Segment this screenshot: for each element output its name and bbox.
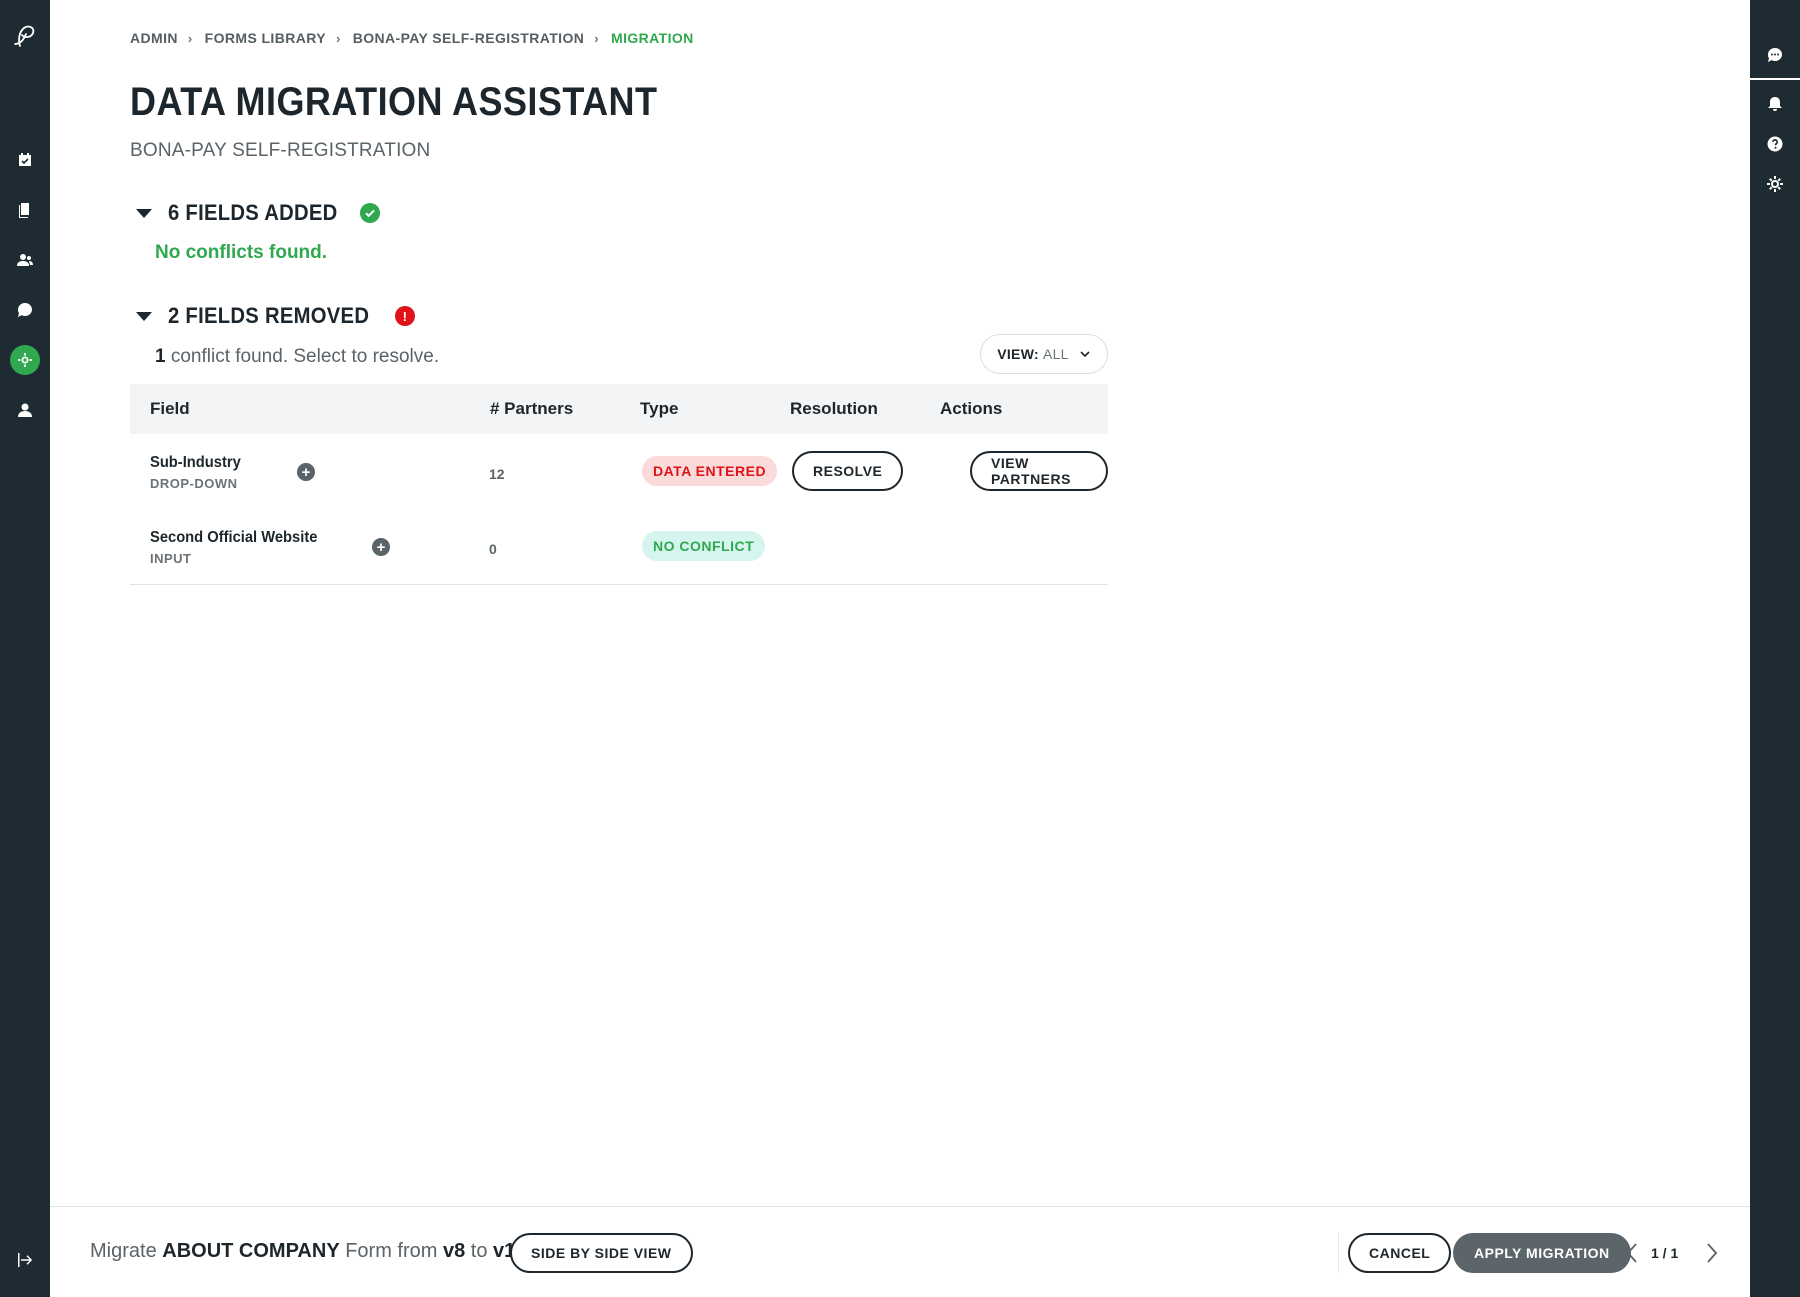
resolution-cell: RESOLVE: [792, 451, 904, 491]
view-partners-button[interactable]: VIEW PARTNERS: [970, 451, 1108, 491]
status-badge: DATA ENTERED: [642, 456, 778, 486]
summary-to: to: [465, 1240, 494, 1262]
chat-icon[interactable]: [1763, 43, 1787, 67]
table-divider: [130, 584, 1108, 585]
page-subtitle: BONA-PAY SELF-REGISTRATION: [130, 140, 431, 161]
user-icon[interactable]: [13, 398, 37, 422]
view-filter-select[interactable]: VIEW: ALL: [980, 334, 1108, 374]
resolve-button[interactable]: RESOLVE: [792, 451, 904, 491]
chevron-right-icon: ›: [187, 30, 193, 46]
plus-circle-icon[interactable]: +: [297, 463, 315, 481]
pager-text: 1 / 1: [1651, 1245, 1679, 1261]
breadcrumb-admin[interactable]: ADMIN: [130, 30, 178, 46]
field-name: Sub-Industry: [150, 454, 241, 471]
conflict-text: conflict found. Select to resolve.: [165, 346, 440, 367]
column-header-field: Field: [150, 399, 190, 418]
breadcrumb-form[interactable]: BONA-PAY SELF-REGISTRATION: [353, 30, 585, 46]
chat-icon[interactable]: [13, 298, 37, 322]
left-navigation-rail: [0, 0, 50, 1297]
breadcrumb-current: MIGRATION: [611, 30, 694, 46]
field-cell: Sub-Industry DROP-DOWN: [150, 454, 249, 491]
type-cell: DATA ENTERED: [642, 456, 778, 486]
no-conflicts-message: No conflicts found.: [155, 242, 328, 263]
main-content: ADMIN › FORMS LIBRARY › BONA-PAY SELF-RE…: [50, 0, 1750, 1206]
footer-divider: [1338, 1233, 1339, 1273]
chevron-right-icon: ›: [335, 30, 341, 46]
right-utility-rail: [1750, 0, 1800, 1297]
users-icon[interactable]: [13, 248, 37, 272]
page-title: DATA MIGRATION ASSISTANT: [130, 80, 658, 124]
breadcrumb-forms-library[interactable]: FORMS LIBRARY: [205, 30, 326, 46]
type-cell: NO CONFLICT: [642, 531, 766, 561]
column-header-type: Type: [640, 399, 679, 418]
apply-migration-button[interactable]: APPLY MIGRATION: [1453, 1233, 1631, 1273]
calendar-icon[interactable]: [13, 148, 37, 172]
actions-cell: VIEW PARTNERS: [970, 451, 1108, 491]
table-header: Field # Partners Type Resolution Actions: [130, 384, 1108, 434]
rail-divider: [1750, 78, 1800, 80]
breadcrumb: ADMIN › FORMS LIBRARY › BONA-PAY SELF-RE…: [130, 30, 694, 46]
field-type: INPUT: [150, 551, 192, 566]
fields-removed-title: 2 FIELDS REMOVED: [168, 303, 370, 328]
partners-count: 0: [489, 541, 497, 557]
field-cell: Second Official Website INPUT: [150, 529, 332, 566]
bell-icon[interactable]: [1763, 92, 1787, 116]
field-name: Second Official Website: [150, 529, 318, 546]
column-header-partners: # Partners: [490, 399, 574, 418]
chevron-right-icon[interactable]: [1702, 1241, 1722, 1265]
check-circle-icon: [360, 203, 381, 223]
fields-added-toggle[interactable]: 6 FIELDS ADDED: [136, 200, 381, 226]
logo-icon[interactable]: [9, 20, 41, 52]
table-row[interactable]: Second Official Website INPUT + 0 NO CON…: [130, 509, 1108, 584]
partners-count: 12: [489, 466, 505, 482]
table-row[interactable]: Sub-Industry DROP-DOWN + 12 DATA ENTERED…: [130, 434, 1108, 509]
chevron-right-icon: ›: [594, 30, 600, 46]
side-by-side-button[interactable]: SIDE BY SIDE VIEW: [510, 1233, 693, 1273]
form-name: ABOUT COMPANY: [162, 1240, 340, 1262]
caret-down-icon: [136, 311, 152, 321]
chevron-down-icon: [1080, 351, 1090, 358]
field-type: DROP-DOWN: [150, 476, 238, 491]
fields-removed-toggle[interactable]: 2 FIELDS REMOVED !: [136, 303, 415, 329]
footer-bar: Migrate ABOUT COMPANY Form from v8 to v1…: [50, 1206, 1750, 1297]
help-icon[interactable]: [1763, 132, 1787, 156]
status-badge: NO CONFLICT: [642, 531, 766, 561]
alert-circle-icon: !: [394, 306, 415, 326]
settings-icon[interactable]: [10, 345, 40, 375]
cancel-button[interactable]: CANCEL: [1348, 1233, 1452, 1273]
summary-mid: Form from: [339, 1240, 443, 1262]
logout-icon[interactable]: [13, 1248, 37, 1272]
plus-circle-icon[interactable]: +: [372, 538, 390, 556]
from-version: v8: [443, 1240, 466, 1262]
removed-fields-table: Field # Partners Type Resolution Actions…: [130, 384, 1108, 585]
conflict-count: 1: [155, 346, 166, 367]
chevron-left-icon[interactable]: [1622, 1241, 1642, 1265]
view-label: VIEW:: [997, 346, 1039, 362]
column-header-resolution: Resolution: [790, 399, 878, 418]
migration-summary: Migrate ABOUT COMPANY Form from v8 to v1…: [90, 1240, 532, 1263]
gear-icon[interactable]: [1763, 172, 1787, 196]
document-icon[interactable]: [13, 198, 37, 222]
conflict-message: 1 conflict found. Select to resolve.: [155, 346, 439, 368]
column-header-actions: Actions: [940, 399, 1003, 418]
caret-down-icon: [136, 208, 152, 218]
summary-prefix: Migrate: [90, 1240, 163, 1262]
fields-added-title: 6 FIELDS ADDED: [168, 200, 338, 225]
view-value: ALL: [1042, 346, 1069, 362]
